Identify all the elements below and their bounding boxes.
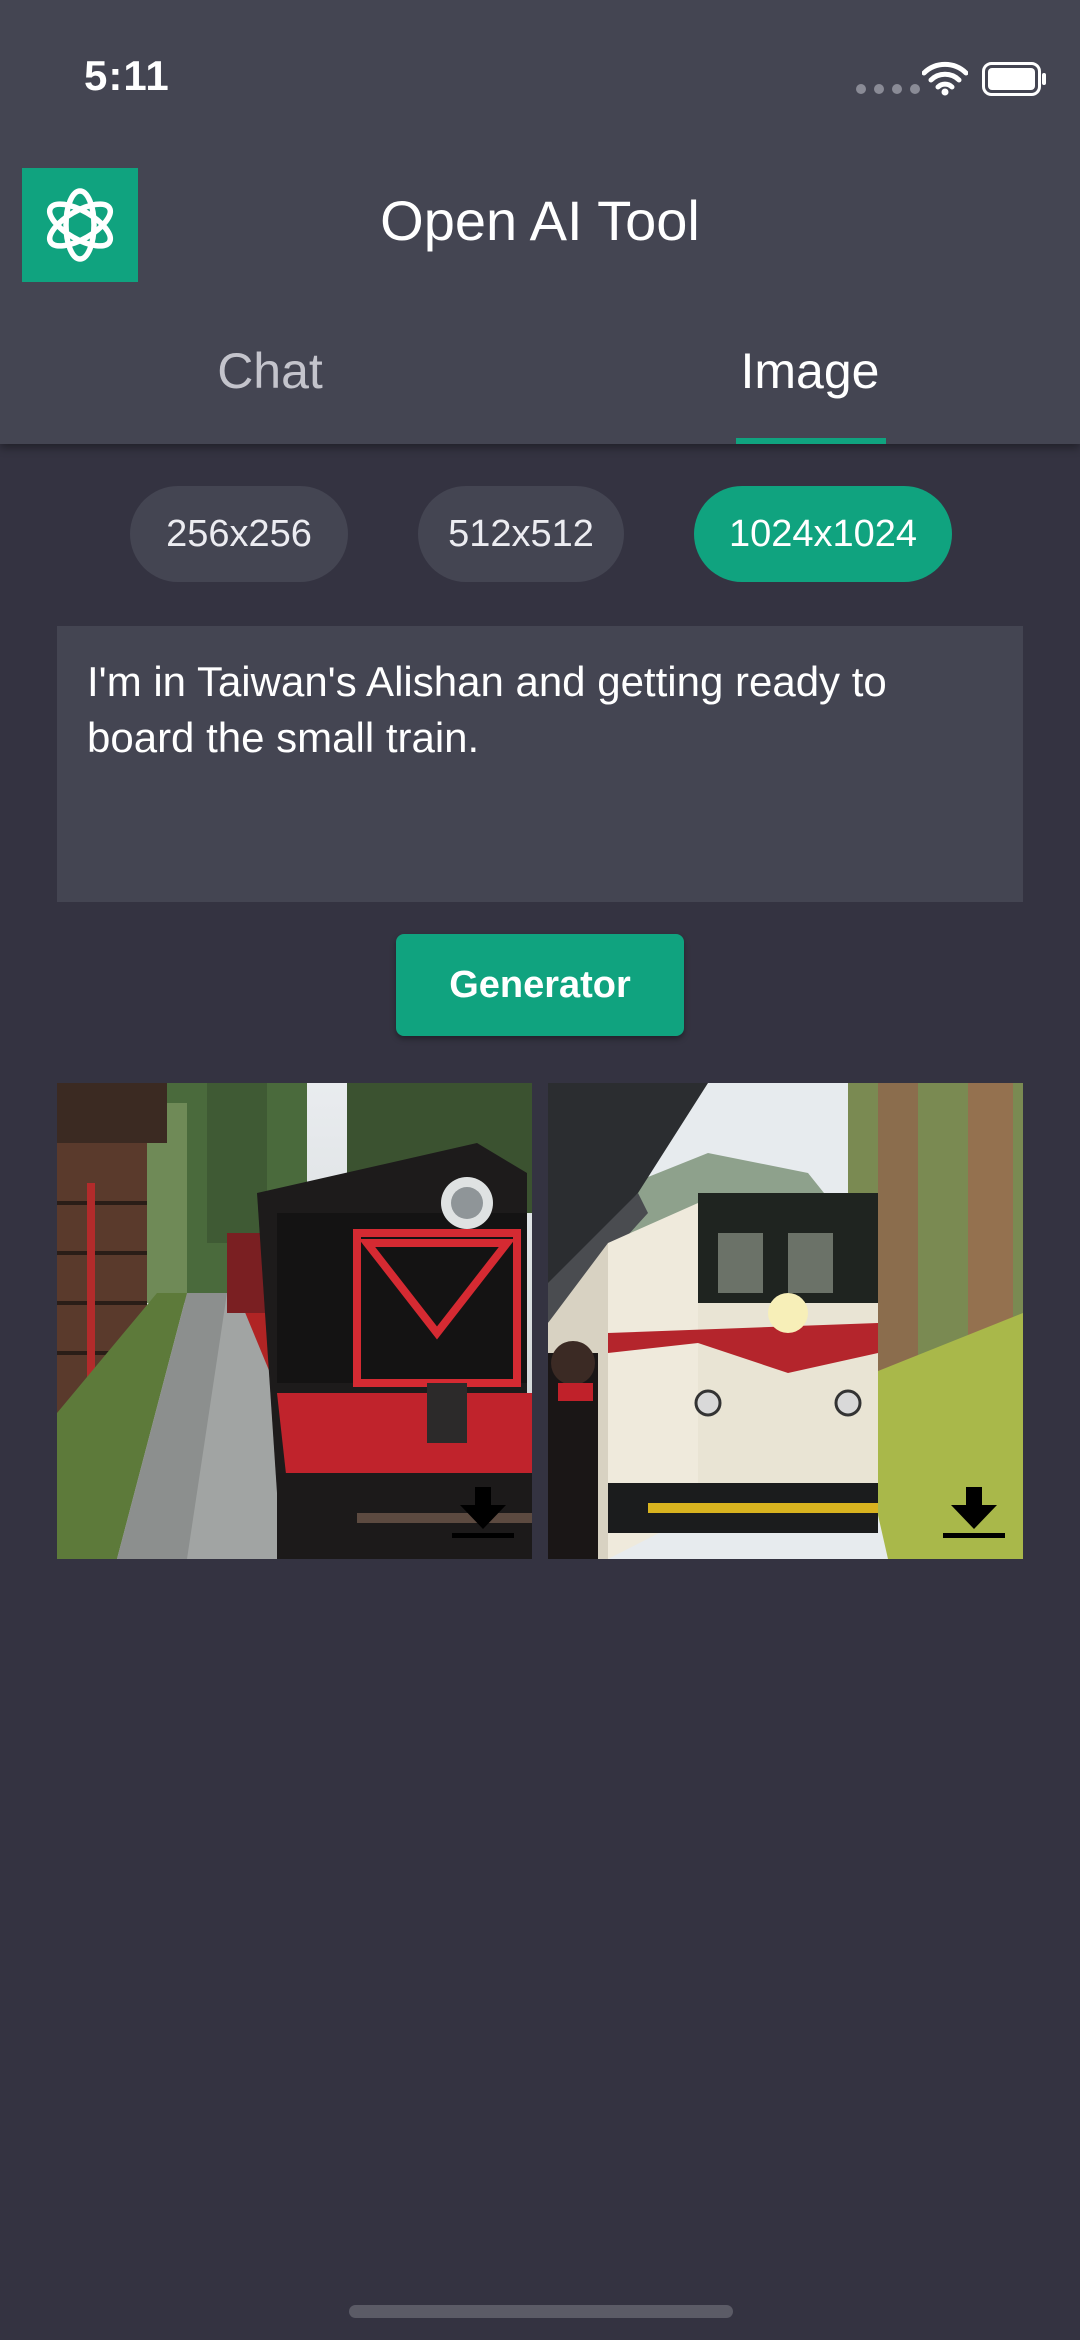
signal-icon <box>856 84 920 94</box>
battery-icon <box>982 62 1046 96</box>
generate-button[interactable]: Generator <box>396 934 684 1036</box>
status-bar: 5:11 <box>0 0 1080 150</box>
size-selector: 256x256 512x512 1024x1024 <box>0 486 1080 582</box>
tab-image-label: Image <box>740 343 880 399</box>
download-icon[interactable] <box>450 1485 516 1541</box>
app-header: 5:11 Open AI Tool Chat Image <box>0 0 1080 444</box>
home-indicator[interactable] <box>349 2305 733 2318</box>
download-icon[interactable] <box>941 1485 1007 1541</box>
tab-image[interactable]: Image <box>540 330 1080 444</box>
wifi-icon <box>922 61 968 96</box>
app-title: Open AI Tool <box>380 189 700 252</box>
app-screen: 5:11 Open AI Tool Chat Image 256x256 512… <box>0 0 1080 2340</box>
generated-image-2[interactable] <box>548 1083 1023 1559</box>
size-chip-1024[interactable]: 1024x1024 <box>694 486 952 582</box>
size-chip-256[interactable]: 256x256 <box>130 486 348 582</box>
generated-image-1[interactable] <box>57 1083 532 1559</box>
size-chip-512[interactable]: 512x512 <box>418 486 624 582</box>
prompt-input[interactable]: I'm in Taiwan's Alishan and getting read… <box>57 626 1023 902</box>
status-time: 5:11 <box>84 52 170 99</box>
active-tab-indicator <box>736 438 886 444</box>
tab-chat[interactable]: Chat <box>0 330 540 444</box>
tab-bar: Chat Image <box>0 330 1080 444</box>
tab-chat-label: Chat <box>217 343 323 399</box>
